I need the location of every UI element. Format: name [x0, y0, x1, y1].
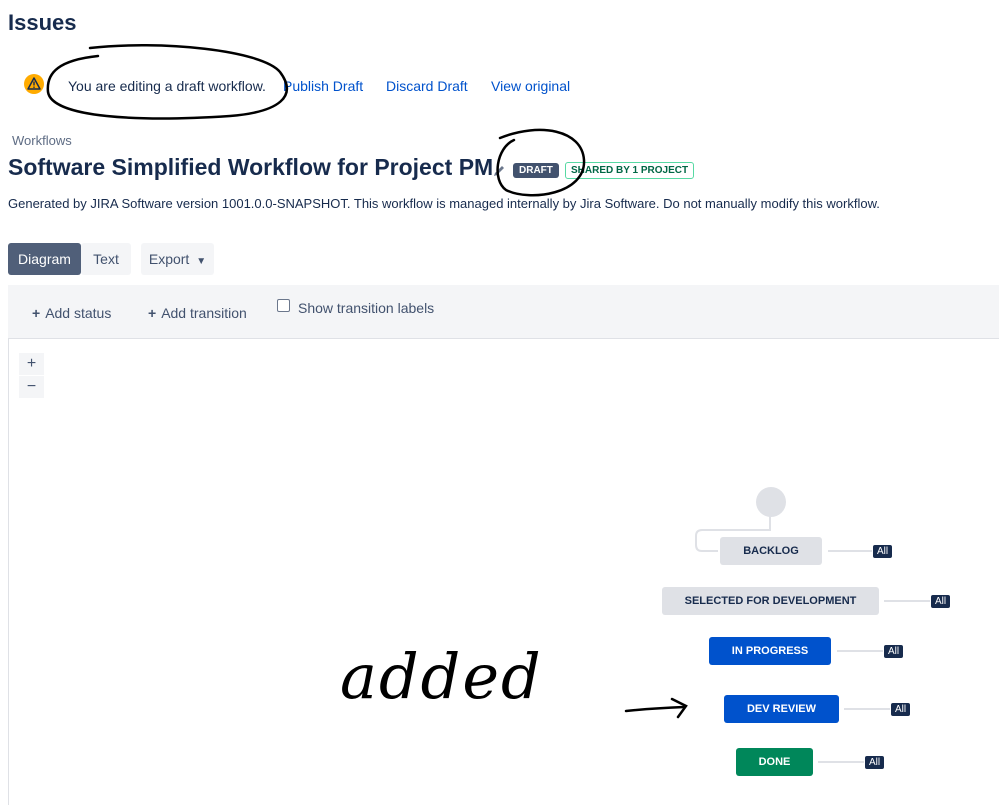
- add-transition-button[interactable]: + Add transition: [148, 305, 247, 321]
- draft-message: You are editing a draft workflow.: [68, 78, 266, 94]
- plus-icon: +: [148, 305, 157, 321]
- all-transition-dev-review[interactable]: All: [891, 703, 911, 716]
- diagram-canvas[interactable]: [8, 285, 999, 805]
- breadcrumb[interactable]: Workflows: [12, 133, 72, 148]
- status-in-progress[interactable]: IN PROGRESS: [709, 637, 831, 665]
- start-node[interactable]: [756, 487, 786, 517]
- page-heading: Issues: [8, 10, 77, 35]
- add-status-button[interactable]: + Add status: [32, 305, 111, 321]
- all-transition-done[interactable]: All: [865, 756, 885, 769]
- tab-text[interactable]: Text: [81, 243, 131, 275]
- draft-badge: DRAFT: [513, 163, 559, 178]
- warning-icon: [24, 74, 44, 94]
- add-status-label: Add status: [45, 305, 112, 321]
- add-transition-label: Add transition: [161, 305, 247, 321]
- show-labels-label[interactable]: Show transition labels: [298, 300, 434, 316]
- publish-draft-link[interactable]: Publish Draft: [283, 78, 363, 94]
- zoom-out-button[interactable]: −: [19, 376, 44, 398]
- handwritten-annotation: added: [340, 640, 543, 713]
- view-original-link[interactable]: View original: [491, 78, 570, 94]
- export-button[interactable]: Export ▼: [141, 243, 214, 275]
- all-transition-backlog[interactable]: All: [873, 545, 893, 558]
- status-dev-review[interactable]: DEV REVIEW: [724, 695, 839, 723]
- chevron-down-icon: ▼: [196, 256, 207, 267]
- workflow-title: Software Simplified Workflow for Project…: [8, 154, 494, 180]
- shared-badge[interactable]: SHARED BY 1 PROJECT: [565, 162, 695, 179]
- plus-icon: +: [32, 305, 41, 321]
- show-labels-checkbox[interactable]: [277, 299, 290, 312]
- status-done[interactable]: DONE: [736, 748, 813, 776]
- all-transition-selected[interactable]: All: [931, 595, 951, 608]
- export-label: Export: [148, 251, 190, 267]
- status-selected-for-development[interactable]: SELECTED FOR DEVELOPMENT: [662, 587, 879, 615]
- discard-draft-link[interactable]: Discard Draft: [386, 78, 468, 94]
- workflow-description: Generated by JIRA Software version 1001.…: [8, 196, 880, 211]
- all-transition-in-progress[interactable]: All: [884, 645, 904, 658]
- tab-diagram[interactable]: Diagram: [8, 243, 81, 275]
- zoom-in-button[interactable]: +: [19, 353, 44, 375]
- pencil-icon[interactable]: [492, 164, 506, 178]
- status-backlog[interactable]: BACKLOG: [720, 537, 822, 565]
